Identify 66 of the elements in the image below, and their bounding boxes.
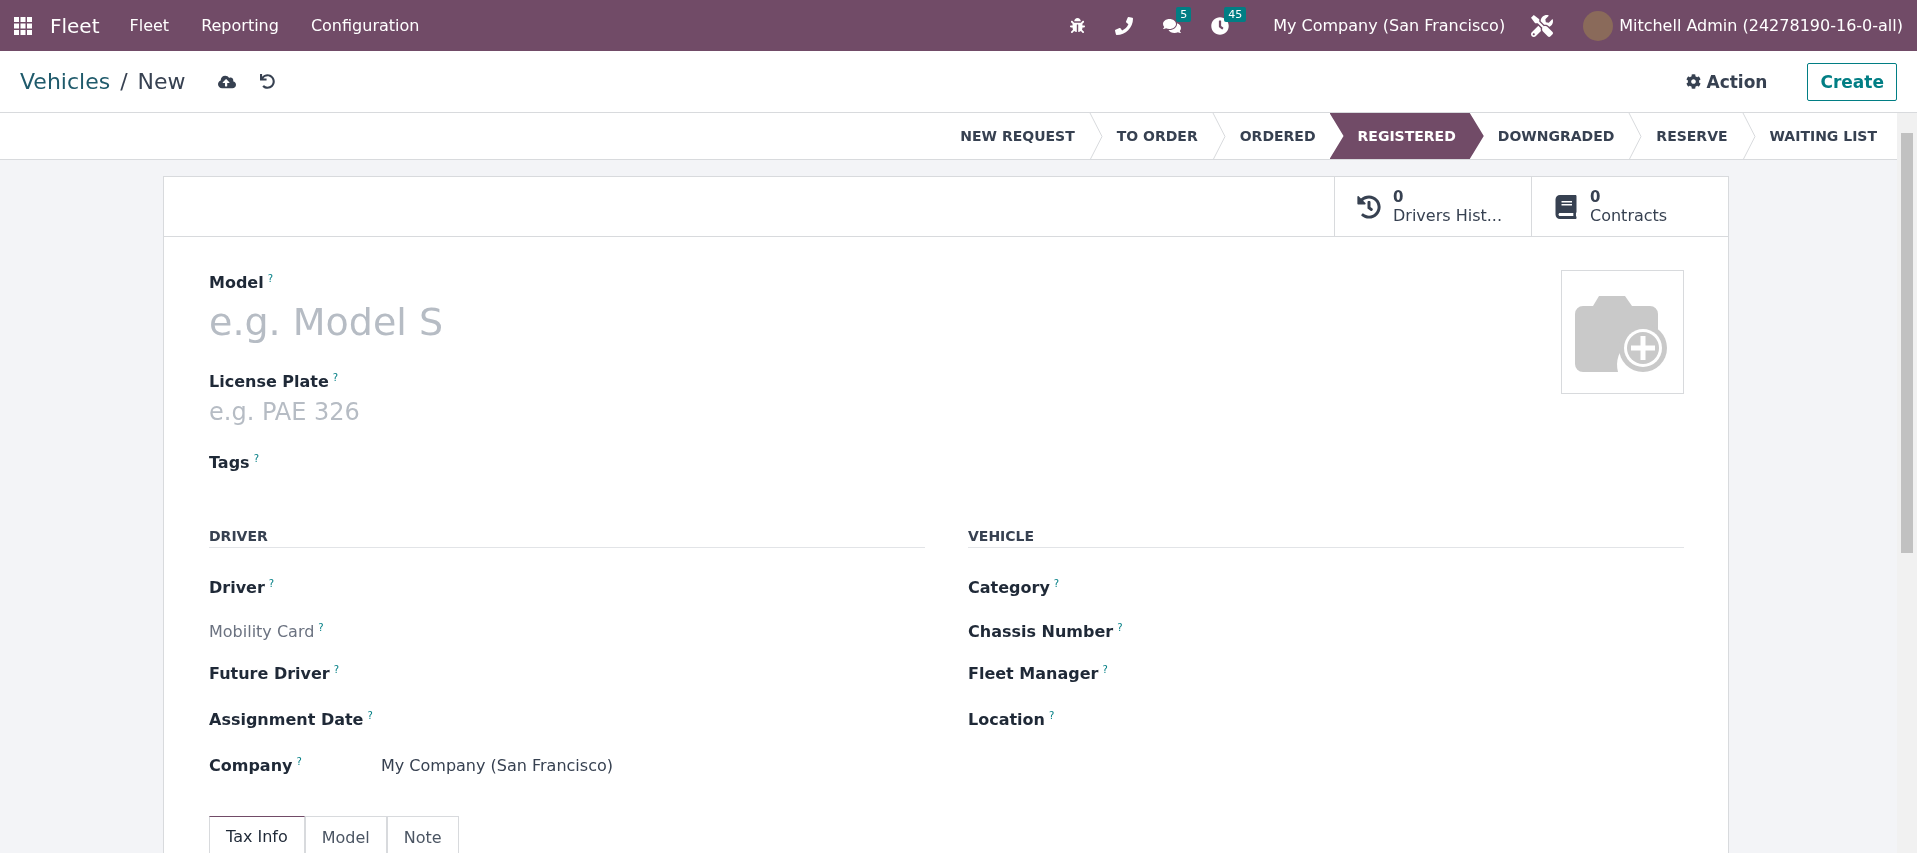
breadcrumb-separator: / [120, 69, 128, 94]
status-stage[interactable]: WAITING LIST [1755, 113, 1891, 159]
action-menu-button[interactable]: Action [1680, 70, 1774, 93]
clock-icon[interactable] [1211, 16, 1230, 35]
discard-undo-icon[interactable] [257, 72, 277, 91]
help-tooltip-mark[interactable]: ? [267, 273, 273, 284]
notebook-tab[interactable]: Model [304, 816, 387, 853]
field-label: Fleet Manager [968, 664, 1099, 683]
status-stage[interactable]: RESERVE [1642, 113, 1742, 159]
help-tooltip-mark[interactable]: ? [1049, 710, 1055, 721]
status-stage[interactable]: ORDERED [1225, 113, 1330, 159]
field-label: License Plate [209, 372, 329, 391]
help-tooltip-mark[interactable]: ? [268, 578, 275, 589]
stat-label: Drivers Hist... [1393, 206, 1502, 225]
field-label: Category [968, 578, 1050, 597]
gear-icon [1686, 74, 1702, 89]
menu-item[interactable]: Fleet [129, 16, 170, 35]
history-icon [1357, 194, 1381, 219]
breadcrumb-current: New [137, 69, 186, 94]
field-label: Location [968, 710, 1045, 729]
field-label: Chassis Number [968, 622, 1114, 641]
field-label: Mobility Card [209, 622, 315, 641]
company-switcher[interactable]: My Company (San Francisco) [1273, 16, 1506, 35]
chat-icon[interactable] [1163, 16, 1182, 35]
field-label: Tags [209, 453, 250, 472]
notebook-tab[interactable]: Note [386, 816, 459, 853]
stat-count: 0 [1590, 188, 1602, 206]
book-icon [1554, 194, 1578, 219]
field-label: Driver [209, 578, 265, 597]
help-tooltip-mark[interactable]: ? [332, 372, 339, 383]
menu-item[interactable]: Reporting [201, 16, 279, 35]
group-heading: VEHICLE [968, 528, 1684, 548]
menu-item[interactable]: Configuration [310, 16, 420, 35]
field-label: Company [209, 756, 293, 775]
help-tooltip-mark[interactable]: ? [1117, 622, 1123, 633]
bug-icon[interactable] [1070, 18, 1086, 33]
create-button[interactable]: Create [1807, 62, 1897, 101]
help-tooltip-mark[interactable]: ? [253, 453, 259, 464]
phone-icon[interactable] [1115, 16, 1134, 35]
stat-count: 0 [1393, 188, 1405, 206]
help-tooltip-mark[interactable]: ? [1053, 578, 1060, 589]
tools-icon[interactable] [1531, 14, 1554, 37]
activity-count: 45 [1224, 6, 1247, 22]
stat-label: Contracts [1590, 206, 1668, 225]
status-stage[interactable]: REGISTERED [1329, 113, 1484, 159]
status-stage[interactable]: NEW REQUEST [946, 113, 1089, 159]
status-stage[interactable]: TO ORDER [1102, 113, 1212, 159]
message-count: 5 [1176, 6, 1192, 22]
field-value[interactable]: My Company (San Francisco) [381, 756, 613, 775]
help-tooltip-mark[interactable]: ? [296, 756, 302, 767]
user-menu[interactable]: Mitchell Admin (24278190-16-0-all) [1619, 16, 1903, 35]
help-tooltip-mark[interactable]: ? [1102, 664, 1108, 675]
help-tooltip-mark[interactable]: ? [333, 664, 339, 675]
app-name[interactable]: Fleet [50, 13, 100, 38]
field-label: Future Driver [209, 664, 330, 683]
field-label: Assignment Date [209, 710, 364, 729]
help-tooltip-mark[interactable]: ? [367, 710, 373, 721]
apps-grid-icon[interactable] [14, 16, 32, 35]
text-input[interactable]: e.g. Model S [209, 292, 729, 352]
status-stage[interactable]: DOWNGRADED [1483, 113, 1629, 159]
text-input[interactable]: e.g. PAE 326 [209, 391, 609, 433]
breadcrumb-link[interactable]: Vehicles [20, 69, 111, 94]
field-label: Model [209, 273, 264, 292]
notebook-tab[interactable]: Tax Info [209, 816, 305, 853]
scrollbar[interactable] [1897, 113, 1917, 853]
group-heading: DRIVER [209, 528, 925, 548]
